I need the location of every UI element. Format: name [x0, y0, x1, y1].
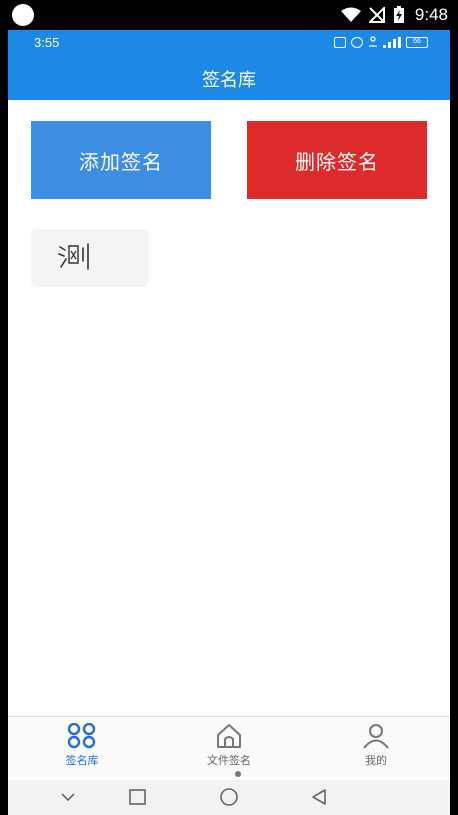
bottom-tab-bar: 签名库 文件签名 我的: [8, 716, 450, 780]
page-indicator-dot: [235, 771, 241, 777]
alarm-icon: [351, 36, 363, 48]
tab-profile[interactable]: 我的: [331, 723, 421, 768]
network-speed-icon: [369, 36, 377, 47]
back-triangle-icon[interactable]: [310, 787, 328, 807]
add-signature-button[interactable]: 添加签名: [31, 121, 211, 199]
delete-signature-button[interactable]: 删除签名: [247, 121, 427, 199]
wifi-icon: [340, 7, 361, 22]
recents-square-icon[interactable]: [128, 787, 148, 807]
inner-clock: 3:55: [34, 35, 60, 50]
user-icon: [363, 724, 389, 749]
page-title: 签名库: [202, 70, 256, 91]
no-signal-icon: [368, 7, 385, 23]
home-icon: [217, 724, 241, 748]
tab-signature-library[interactable]: 签名库: [37, 723, 127, 768]
nfc-icon: [334, 36, 346, 48]
signature-drawing: [58, 243, 89, 270]
home-circle-icon[interactable]: [218, 787, 240, 807]
tab-label: 签名库: [65, 754, 99, 767]
app-screen: 3:55 66 签名库 添加签名 删除签名 签名库 文件签名 我的: [8, 30, 450, 815]
battery-charging-icon: [393, 6, 404, 23]
tab-label: 文件签名: [207, 754, 251, 767]
app-header: 3:55 66 签名库: [8, 30, 450, 100]
chevron-down-icon[interactable]: [60, 787, 76, 807]
battery-icon: 66: [406, 36, 428, 48]
signal-icon: [383, 36, 401, 48]
system-nav-bar: [8, 780, 450, 815]
notification-dot-icon: [12, 4, 34, 26]
device-clock: 9:48: [414, 5, 448, 24]
signature-card[interactable]: [31, 229, 149, 287]
tab-file-signing[interactable]: 文件签名: [184, 723, 274, 768]
grid-icon: [67, 723, 96, 749]
inner-status-icons: 66: [334, 36, 428, 48]
device-status-icons: 9:48: [340, 0, 448, 30]
inner-status-bar: 3:55 66: [8, 30, 450, 54]
device-status-bar: 9:48: [0, 0, 458, 30]
tab-label: 我的: [365, 754, 387, 767]
